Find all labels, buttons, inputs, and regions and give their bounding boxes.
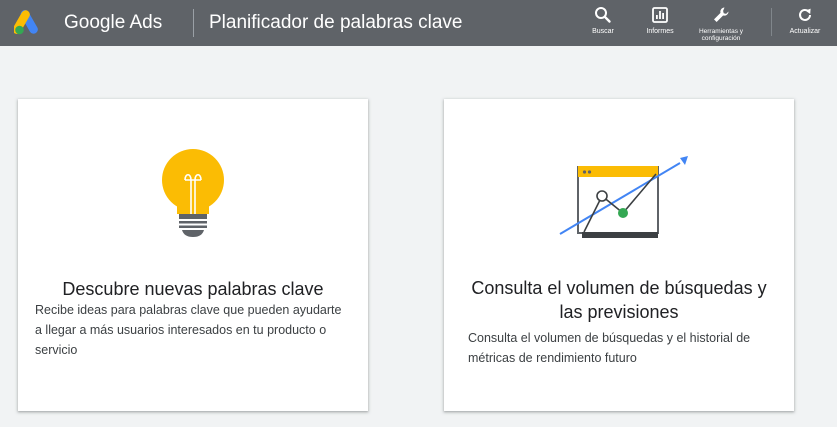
google-ads-logo[interactable] (14, 9, 42, 35)
card-title: Descubre nuevas palabras clave (62, 279, 324, 299)
page-title: Planificador de palabras clave (209, 12, 463, 33)
tools-and-settings-label: Herramientas y configuración (698, 28, 744, 42)
refresh-label: Actualizar (789, 28, 821, 35)
header-divider (193, 9, 194, 37)
search-volume-card[interactable]: Consulta el volumen de búsquedas y las p… (444, 99, 794, 411)
refresh-button[interactable]: Actualizar (770, 6, 837, 36)
refresh-icon (799, 8, 811, 21)
brand-name: Google Ads (64, 12, 163, 33)
card-title: Consulta el volumen de búsquedas y las p… (471, 278, 767, 322)
reports-icon (652, 7, 668, 23)
reports-button[interactable]: Informes (625, 6, 695, 36)
trend-chart-icon (559, 156, 688, 238)
lightbulb-icon (162, 149, 224, 237)
reports-label: Informes (646, 28, 674, 35)
search-icon (595, 7, 611, 23)
card-description: Recibe ideas para palabras clave que pue… (35, 303, 342, 357)
tools-and-settings-button[interactable]: Herramientas y configuración (686, 6, 756, 42)
wrench-icon (714, 7, 729, 22)
discover-keywords-card[interactable]: Descubre nuevas palabras clave Recibe id… (18, 99, 368, 411)
card-description: Consulta el volumen de búsquedas y el hi… (468, 331, 751, 365)
top-app-bar: Google Ads Planificador de palabras clav… (0, 0, 837, 46)
